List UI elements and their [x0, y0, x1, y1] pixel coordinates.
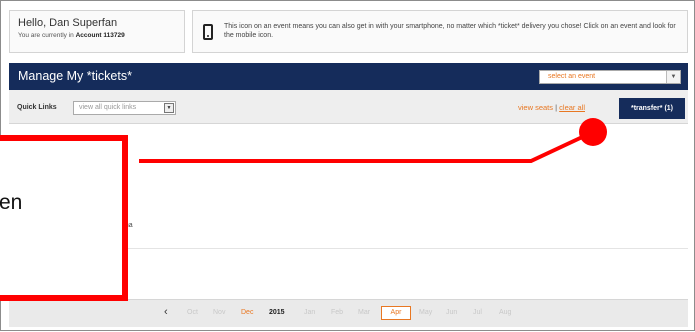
- callout-line: [139, 130, 594, 163]
- screenshot-frame: Hello, Dan Superfan You are currently in…: [0, 0, 695, 331]
- callout-dot: [579, 118, 607, 146]
- callout-text: en: [0, 191, 23, 214]
- callout-box: en: [0, 135, 128, 301]
